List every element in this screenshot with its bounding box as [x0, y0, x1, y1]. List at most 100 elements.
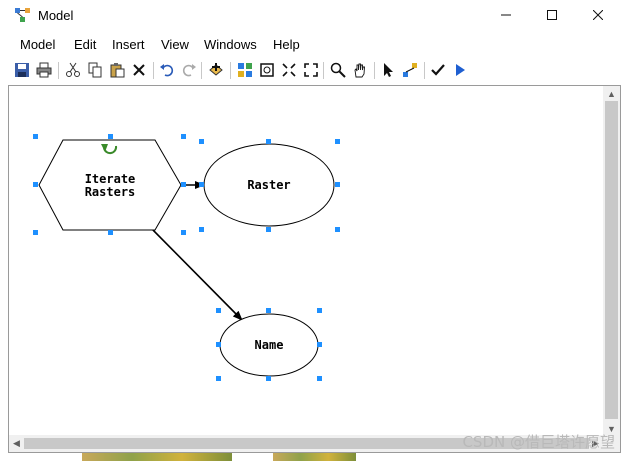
- zoom-in-fixed-button[interactable]: [279, 60, 299, 80]
- selection-handle: [266, 139, 271, 144]
- delete-icon: [133, 64, 145, 76]
- connect-button[interactable]: [400, 60, 420, 80]
- paste-icon: [110, 63, 125, 78]
- selection-handle: [181, 134, 186, 139]
- zoom-icon: [330, 62, 346, 78]
- raster-node[interactable]: Raster: [203, 143, 335, 227]
- selection-handle: [181, 230, 186, 235]
- maximize-icon: [547, 10, 557, 20]
- run-button[interactable]: [450, 60, 470, 80]
- iterate-rasters-node[interactable]: Iterate Rasters: [38, 139, 182, 231]
- scroll-left-icon[interactable]: ◀: [9, 436, 24, 451]
- full-extent-icon: [260, 63, 274, 77]
- model-diagram: Iterate Rasters Raster Name: [33, 134, 340, 381]
- close-button[interactable]: [575, 0, 621, 30]
- scroll-up-icon[interactable]: ▲: [604, 86, 619, 101]
- vertical-scrollbar[interactable]: ▲ ▼: [603, 86, 620, 436]
- toolbar-separator: [424, 62, 425, 79]
- full-extent-button[interactable]: [257, 60, 277, 80]
- zoom-out-fixed-button[interactable]: [301, 60, 321, 80]
- save-button[interactable]: [12, 60, 32, 80]
- selection-handle: [199, 139, 204, 144]
- minimize-button[interactable]: [483, 0, 529, 30]
- delete-button[interactable]: [129, 60, 149, 80]
- name-node-label: Name: [255, 338, 284, 352]
- selection-handle: [33, 182, 38, 187]
- selection-handle: [33, 230, 38, 235]
- selection-handle: [317, 308, 322, 313]
- selection-handle: [216, 308, 221, 313]
- menu-edit[interactable]: Edit: [74, 37, 96, 52]
- undo-button[interactable]: [157, 60, 177, 80]
- selection-handle: [108, 134, 113, 139]
- connect-icon: [403, 63, 417, 77]
- validate-icon: [431, 64, 445, 76]
- selection-handle: [266, 227, 271, 232]
- select-button[interactable]: [378, 60, 398, 80]
- background-image-strip: [82, 453, 232, 461]
- title-bar: Model: [0, 0, 629, 32]
- selection-handle: [33, 134, 38, 139]
- add-data-button[interactable]: [206, 60, 226, 80]
- pan-button[interactable]: [350, 60, 370, 80]
- iterate-node-label-line2: Rasters: [85, 185, 136, 199]
- toolbar-separator: [230, 62, 231, 79]
- undo-icon: [160, 64, 174, 77]
- zoom-button[interactable]: [328, 60, 348, 80]
- selection-handle: [216, 376, 221, 381]
- selection-handle: [335, 227, 340, 232]
- zoom-out-fixed-icon: [304, 63, 318, 77]
- menu-model[interactable]: Model: [20, 37, 55, 52]
- save-icon: [15, 63, 29, 77]
- menu-insert[interactable]: Insert: [112, 37, 145, 52]
- menu-windows[interactable]: Windows: [204, 37, 257, 52]
- toolbar: [0, 58, 629, 84]
- window-title: Model: [38, 8, 74, 23]
- redo-button[interactable]: [179, 60, 199, 80]
- add-data-icon: [209, 63, 223, 76]
- cut-icon: [66, 62, 80, 77]
- selection-handle: [335, 139, 340, 144]
- selection-handle: [108, 230, 113, 235]
- close-icon: [593, 10, 603, 20]
- print-button[interactable]: [34, 60, 54, 80]
- toolbar-separator: [58, 62, 59, 79]
- menu-bar: Model Edit Insert View Windows Help: [0, 33, 629, 55]
- minimize-icon: [501, 14, 511, 16]
- auto-layout-button[interactable]: [235, 60, 255, 80]
- toolbar-separator: [374, 62, 375, 79]
- selection-handle: [216, 342, 221, 347]
- raster-node-label: Raster: [247, 178, 290, 192]
- edge-iterate-to-name[interactable]: [148, 225, 243, 321]
- background-image-strip: [273, 453, 356, 461]
- toolbar-separator: [153, 62, 154, 79]
- selection-handle: [199, 227, 204, 232]
- selection-handle: [317, 342, 322, 347]
- pan-icon: [354, 63, 365, 78]
- menu-help[interactable]: Help: [273, 37, 300, 52]
- selection-handle: [181, 182, 186, 187]
- cut-button[interactable]: [63, 60, 83, 80]
- zoom-in-fixed-icon: [282, 63, 296, 77]
- redo-icon: [182, 64, 196, 77]
- copy-button[interactable]: [85, 60, 105, 80]
- selection-handle: [266, 376, 271, 381]
- name-node[interactable]: Name: [219, 313, 319, 377]
- model-canvas[interactable]: Iterate Rasters Raster Name ▲ ▼ ◀ ▶: [8, 85, 621, 453]
- toolbar-separator: [323, 62, 324, 79]
- copy-icon: [88, 62, 102, 78]
- menu-view[interactable]: View: [161, 37, 189, 52]
- iterate-node-label-line1: Iterate: [85, 172, 136, 186]
- selection-handle: [335, 182, 340, 187]
- run-icon: [456, 64, 465, 76]
- model-app-icon: [15, 8, 30, 22]
- paste-button[interactable]: [107, 60, 127, 80]
- watermark-text: CSDN @借巨塔许愿望: [462, 433, 615, 451]
- auto-layout-icon: [238, 63, 252, 77]
- selection-handle: [317, 376, 322, 381]
- selection-handle: [266, 308, 271, 313]
- vertical-scroll-thumb[interactable]: [605, 101, 618, 419]
- validate-button[interactable]: [428, 60, 448, 80]
- model-window: Model Model Edit Insert View Windows Hel…: [0, 0, 629, 461]
- maximize-button[interactable]: [529, 0, 575, 30]
